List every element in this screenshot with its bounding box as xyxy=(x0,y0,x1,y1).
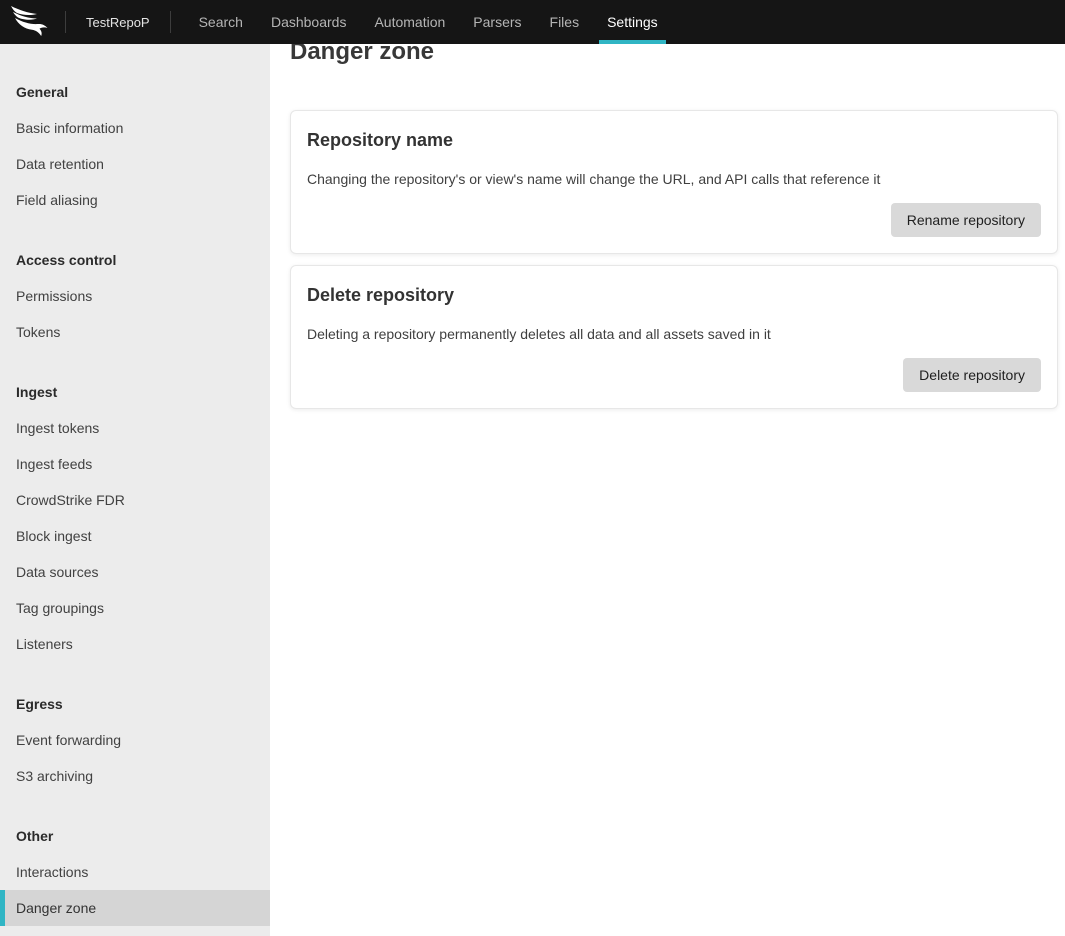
sidebar-item-tag-groupings[interactable]: Tag groupings xyxy=(0,590,270,626)
delete-repository-card: Delete repository Deleting a repository … xyxy=(290,265,1058,409)
sidebar-item-crowdstrike-fdr[interactable]: CrowdStrike FDR xyxy=(0,482,270,518)
sidebar-item-danger-zone[interactable]: Danger zone xyxy=(0,890,270,926)
rename-repository-button[interactable]: Rename repository xyxy=(891,203,1041,237)
repository-switcher[interactable]: TestRepoP xyxy=(66,0,170,44)
primary-nav: Search Dashboards Automation Parsers Fil… xyxy=(199,0,658,44)
card-title: Repository name xyxy=(307,127,1041,153)
sidebar-item-data-sources[interactable]: Data sources xyxy=(0,554,270,590)
sidebar-item-ingest-tokens[interactable]: Ingest tokens xyxy=(0,410,270,446)
sidebar-item-ingest-feeds[interactable]: Ingest feeds xyxy=(0,446,270,482)
card-description: Deleting a repository permanently delete… xyxy=(307,324,1041,344)
settings-sidebar: General Basic information Data retention… xyxy=(0,44,270,936)
top-navigation-bar: TestRepoP Search Dashboards Automation P… xyxy=(0,0,1065,44)
sidebar-item-s3-archiving[interactable]: S3 archiving xyxy=(0,758,270,794)
topbar-divider xyxy=(170,11,171,33)
repository-name-card: Repository name Changing the repository'… xyxy=(290,110,1058,254)
nav-tab-settings[interactable]: Settings xyxy=(607,0,658,44)
nav-tab-files[interactable]: Files xyxy=(550,0,580,44)
danger-zone-cards: Repository name Changing the repository'… xyxy=(290,110,1058,409)
sidebar-item-data-retention[interactable]: Data retention xyxy=(0,146,270,182)
sidebar-item-block-ingest[interactable]: Block ingest xyxy=(0,518,270,554)
nav-tab-dashboards[interactable]: Dashboards xyxy=(271,0,347,44)
nav-tab-automation[interactable]: Automation xyxy=(374,0,445,44)
sidebar-item-tokens[interactable]: Tokens xyxy=(0,314,270,350)
sidebar-item-listeners[interactable]: Listeners xyxy=(0,626,270,662)
card-actions: Delete repository xyxy=(307,358,1041,392)
sidebar-item-interactions[interactable]: Interactions xyxy=(0,854,270,890)
main-content: Danger zone Repository name Changing the… xyxy=(270,0,1065,409)
sidebar-section-other: Other xyxy=(0,818,270,854)
sidebar-item-event-forwarding[interactable]: Event forwarding xyxy=(0,722,270,758)
sidebar-item-basic-information[interactable]: Basic information xyxy=(0,110,270,146)
sidebar-section-general: General xyxy=(0,74,270,110)
sidebar-section-access-control: Access control xyxy=(0,242,270,278)
crowdstrike-logo[interactable] xyxy=(10,0,56,44)
sidebar-section-egress: Egress xyxy=(0,686,270,722)
nav-tab-search[interactable]: Search xyxy=(199,0,243,44)
card-actions: Rename repository xyxy=(307,203,1041,237)
active-tab-underline xyxy=(599,40,666,44)
card-description: Changing the repository's or view's name… xyxy=(307,169,1041,189)
falcon-icon xyxy=(10,5,56,39)
nav-tab-parsers[interactable]: Parsers xyxy=(473,0,521,44)
sidebar-item-permissions[interactable]: Permissions xyxy=(0,278,270,314)
sidebar-section-ingest: Ingest xyxy=(0,374,270,410)
card-title: Delete repository xyxy=(307,282,1041,308)
sidebar-item-field-aliasing[interactable]: Field aliasing xyxy=(0,182,270,218)
delete-repository-button[interactable]: Delete repository xyxy=(903,358,1041,392)
